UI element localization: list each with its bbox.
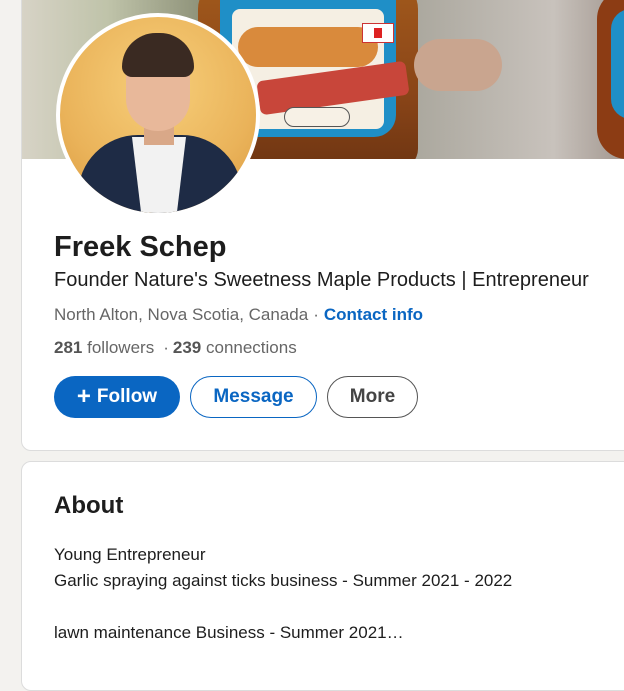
bottle-label-pancake <box>238 27 378 67</box>
message-button[interactable]: Message <box>190 376 317 418</box>
followers-count: 281 <box>54 338 83 357</box>
stats-row: 281 followers · 239 connections <box>54 338 297 358</box>
location-row: North Alton, Nova Scotia, Canada · Contact… <box>54 305 423 325</box>
follow-button[interactable]: + Follow <box>54 376 180 418</box>
contact-info-link[interactable]: Contact info <box>324 305 423 324</box>
connections-count[interactable]: 239 <box>173 338 201 357</box>
plus-icon: + <box>76 383 91 410</box>
location-separator: · <box>313 305 319 324</box>
about-line[interactable]: lawn maintenance Business - Summer 2021… <box>54 620 614 646</box>
follow-label: Follow <box>96 386 158 407</box>
stats-separator: · <box>163 338 169 357</box>
profile-headline: Founder Nature's Sweetness Maple Product… <box>54 269 589 291</box>
about-line: Young Entrepreneur <box>54 545 206 564</box>
profile-location: North Alton, Nova Scotia, Canada <box>54 305 309 324</box>
second-bottle-image <box>597 0 624 159</box>
canada-flag-icon <box>362 23 394 43</box>
followers-label: followers <box>87 338 155 357</box>
profile-avatar[interactable] <box>56 13 260 217</box>
profile-card: Freek Schep Founder Nature's Sweetness M… <box>21 0 624 451</box>
about-card: About Young Entrepreneur Garlic spraying… <box>21 461 624 691</box>
more-button[interactable]: More <box>327 376 418 418</box>
about-line: Garlic spraying against ticks business -… <box>54 571 513 590</box>
connections-label[interactable]: connections <box>206 338 297 357</box>
profile-name: Freek Schep <box>54 231 227 263</box>
bottle-volume-badge <box>284 107 350 127</box>
about-spacer <box>54 594 614 620</box>
hand-image <box>414 39 502 91</box>
about-title: About <box>54 492 124 519</box>
avatar-hair <box>122 33 194 77</box>
about-text: Young Entrepreneur Garlic spraying again… <box>54 542 614 646</box>
